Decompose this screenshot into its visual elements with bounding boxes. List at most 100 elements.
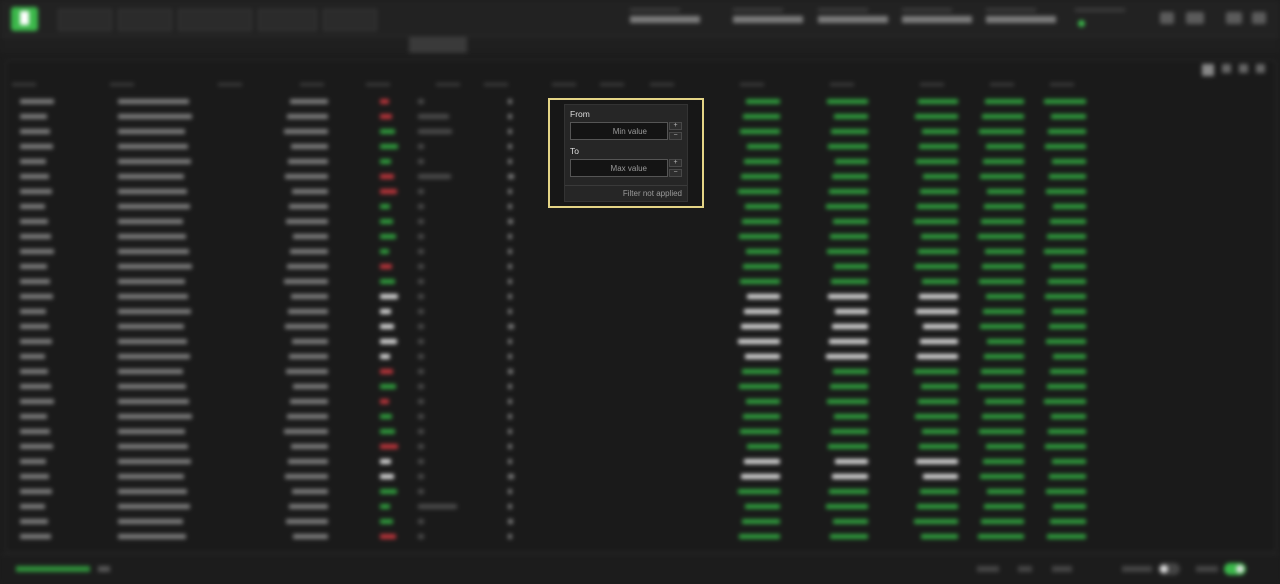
from-label: From — [570, 109, 590, 119]
table-row[interactable] — [8, 334, 1274, 349]
tab[interactable] — [135, 37, 175, 53]
table-cell — [418, 309, 424, 314]
app-logo-icon[interactable] — [11, 7, 38, 31]
add-tab-button[interactable] — [467, 37, 493, 53]
tab[interactable] — [301, 37, 334, 53]
table-row[interactable] — [8, 484, 1274, 499]
table-cell — [380, 489, 397, 494]
table-row[interactable] — [8, 244, 1274, 259]
column-filter-popup: From + − To + − Filter not applied — [564, 104, 688, 202]
table-cell — [418, 429, 424, 434]
table-cell — [418, 399, 424, 404]
table-row[interactable] — [8, 394, 1274, 409]
table-cell — [418, 534, 424, 539]
table-cell — [20, 189, 52, 194]
tab[interactable] — [334, 37, 365, 53]
table-cell — [286, 369, 328, 374]
table-cell — [745, 354, 780, 359]
footer-toggle[interactable] — [1158, 563, 1180, 575]
status-footer — [0, 554, 1280, 584]
panel-settings-icon[interactable] — [1202, 64, 1214, 76]
panel-popout-icon[interactable] — [1222, 64, 1231, 73]
plus-icon[interactable]: + — [669, 159, 682, 167]
table-cell — [508, 309, 512, 314]
max-value-input[interactable] — [571, 160, 665, 176]
table-cell — [380, 279, 395, 284]
toolbar-icon[interactable] — [1186, 12, 1204, 24]
connection-status — [16, 566, 90, 572]
table-cell — [118, 534, 186, 539]
table-cell — [916, 309, 958, 314]
max-value-stepper[interactable]: + − — [669, 159, 682, 177]
toolbar-icon[interactable] — [1160, 12, 1174, 24]
table-cell — [826, 204, 868, 209]
tab[interactable] — [365, 37, 409, 53]
table-cell — [1053, 354, 1086, 359]
table-cell — [118, 519, 183, 524]
table-cell — [979, 429, 1024, 434]
table-row[interactable] — [8, 409, 1274, 424]
table-cell — [1050, 519, 1086, 524]
tab-active[interactable] — [409, 37, 467, 53]
tab[interactable] — [215, 37, 248, 53]
toolbar-icon[interactable] — [1226, 12, 1242, 24]
table-row[interactable] — [8, 529, 1274, 544]
table-cell — [380, 159, 391, 164]
table-cell — [508, 354, 512, 359]
table-cell — [418, 279, 424, 284]
table-row[interactable] — [8, 439, 1274, 454]
table-cell — [983, 159, 1024, 164]
min-value-stepper[interactable]: + − — [669, 122, 682, 140]
table-row[interactable] — [8, 259, 1274, 274]
table-cell — [508, 264, 512, 269]
min-value-input[interactable] — [571, 123, 665, 139]
table-cell — [832, 324, 868, 329]
table-row[interactable] — [8, 214, 1274, 229]
table-cell — [985, 249, 1024, 254]
table-row[interactable] — [8, 319, 1274, 334]
plus-icon[interactable]: + — [669, 122, 682, 130]
minus-icon[interactable]: − — [669, 132, 682, 140]
table-cell — [20, 309, 46, 314]
table-row[interactable] — [8, 454, 1274, 469]
tab[interactable] — [71, 37, 135, 53]
top-nav-button[interactable] — [58, 9, 113, 31]
table-row[interactable] — [8, 499, 1274, 514]
toolbar-icon[interactable] — [1252, 12, 1266, 24]
tab[interactable] — [248, 37, 301, 53]
table-row[interactable] — [8, 289, 1274, 304]
table-cell — [291, 294, 328, 299]
min-value-field[interactable] — [570, 122, 668, 140]
table-row[interactable] — [8, 229, 1274, 244]
minus-icon[interactable]: − — [669, 169, 682, 177]
table-cell — [418, 369, 424, 374]
table-row[interactable] — [8, 424, 1274, 439]
panel-close-icon[interactable] — [1256, 64, 1265, 73]
table-row[interactable] — [8, 349, 1274, 364]
top-nav-button[interactable] — [323, 9, 378, 31]
max-value-field[interactable] — [570, 159, 668, 177]
table-row[interactable] — [8, 274, 1274, 289]
panel-maximize-icon[interactable] — [1239, 64, 1248, 73]
table-cell — [741, 474, 780, 479]
table-cell — [833, 369, 868, 374]
tab[interactable] — [175, 37, 215, 53]
table-cell — [118, 234, 186, 239]
table-cell — [983, 309, 1024, 314]
table-row[interactable] — [8, 514, 1274, 529]
tab-strip — [0, 37, 1280, 53]
top-nav-button[interactable] — [178, 9, 253, 31]
table-cell — [739, 534, 780, 539]
table-cell — [832, 474, 868, 479]
tab[interactable] — [0, 37, 71, 53]
table-row[interactable] — [8, 469, 1274, 484]
panel-controls — [1202, 64, 1265, 76]
table-row[interactable] — [8, 379, 1274, 394]
table-row[interactable] — [8, 364, 1274, 379]
top-nav-button[interactable] — [118, 9, 173, 31]
table-cell — [287, 414, 328, 419]
top-nav-button[interactable] — [258, 9, 318, 31]
footer-toggle[interactable] — [1224, 563, 1246, 575]
table-cell — [508, 219, 513, 224]
table-row[interactable] — [8, 304, 1274, 319]
